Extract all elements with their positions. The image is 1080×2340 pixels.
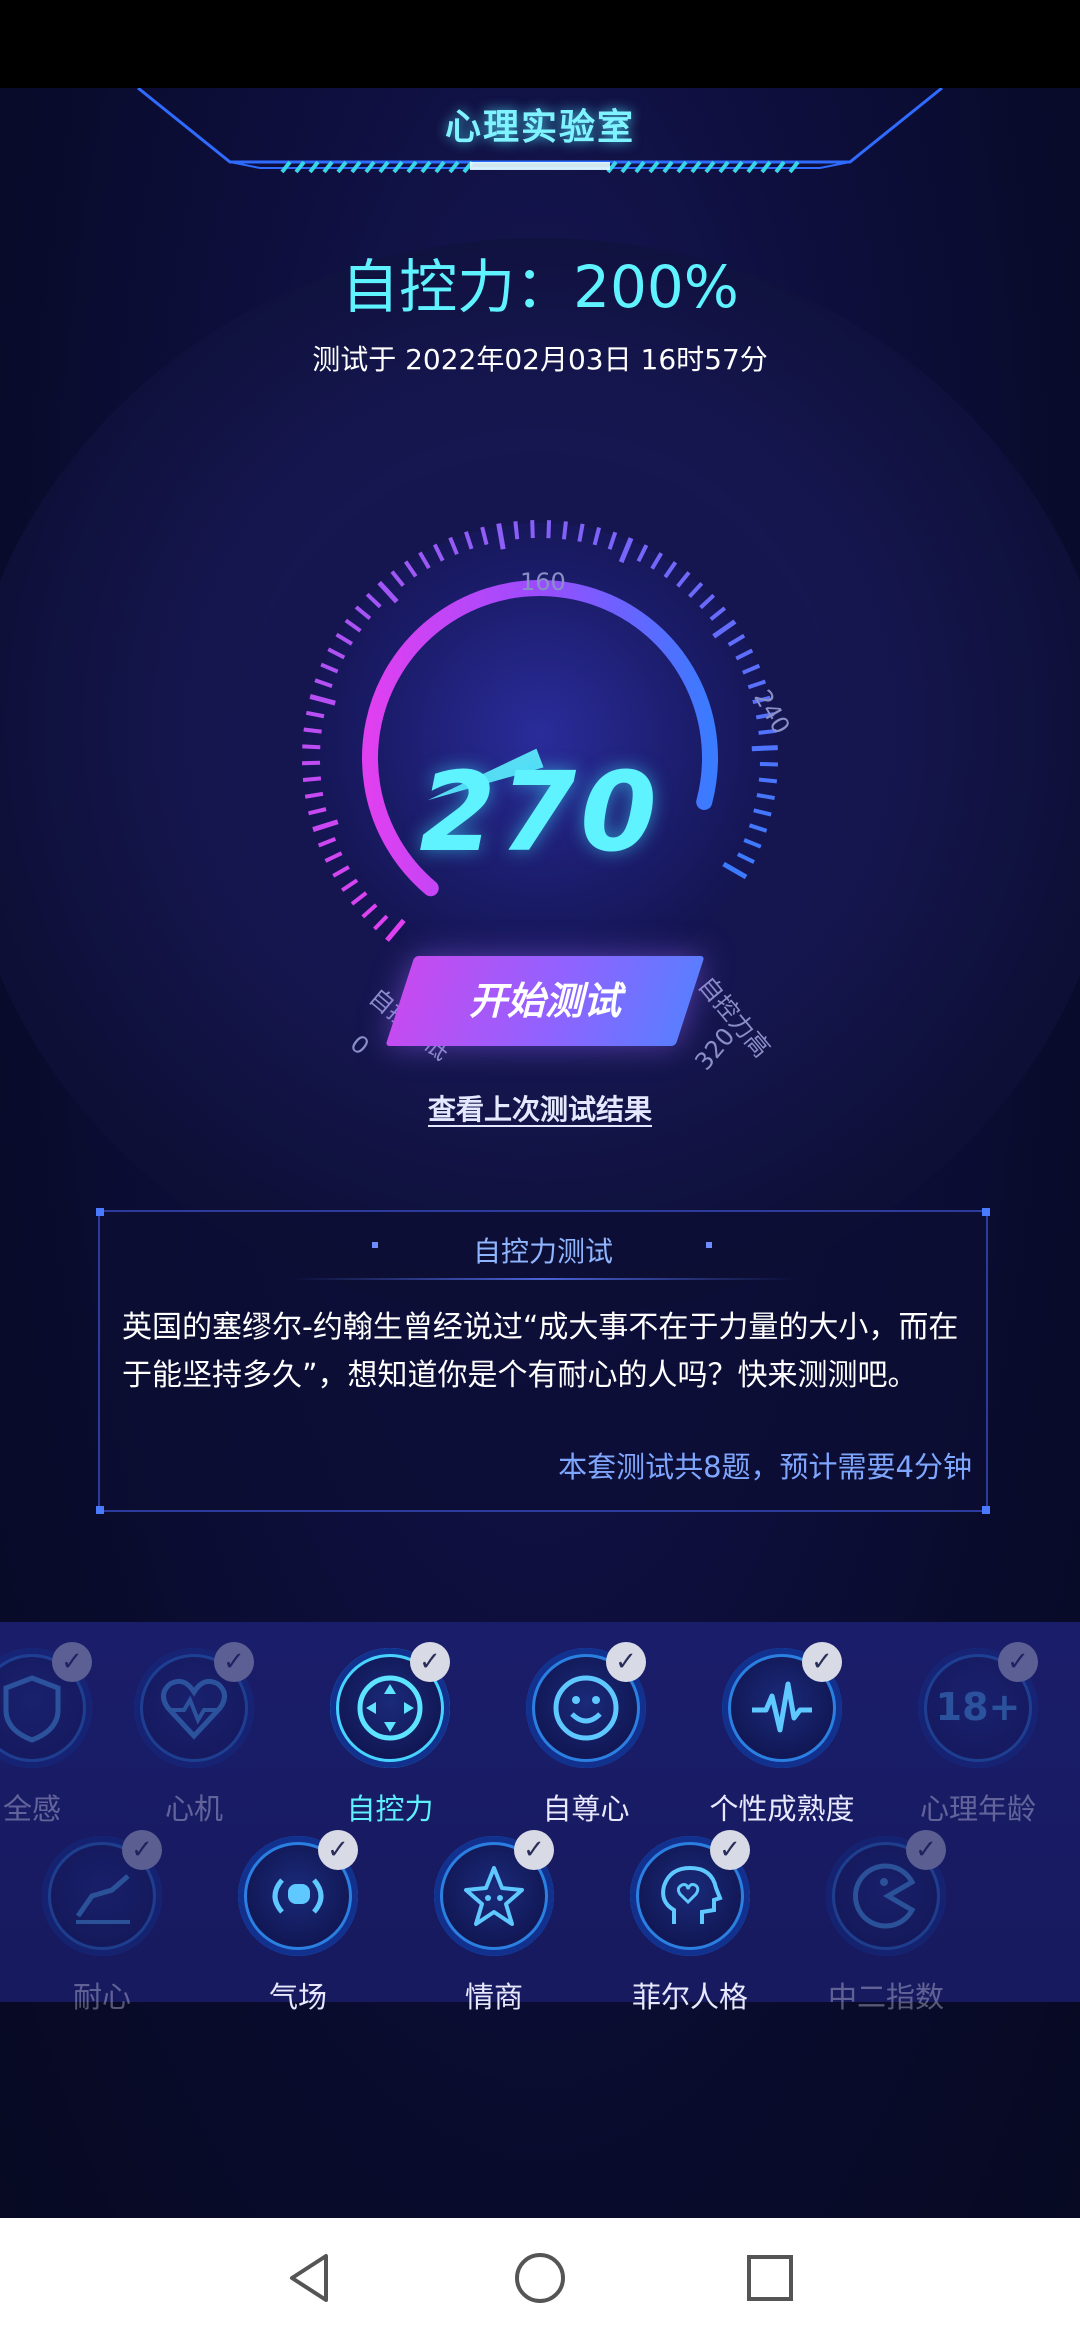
corner-decoration (96, 1506, 104, 1514)
gauge-value: 270 (419, 748, 661, 876)
category-label: 个性成熟度 (709, 1792, 855, 1826)
category-label: 自控力 (346, 1792, 434, 1826)
gauge-tick (530, 520, 535, 539)
checkmark-icon: ✓ (318, 1830, 358, 1870)
gauge-tick (561, 521, 568, 540)
corner-decoration (96, 1208, 104, 1216)
back-icon[interactable] (280, 2248, 340, 2308)
checkmark-icon: ✓ (214, 1642, 254, 1682)
gauge-tick (303, 727, 322, 734)
app-screen: 心理实验室 自控力：200% 测试于 2022年02月03日 16时57分 0 … (0, 88, 1080, 2218)
test-info-footer: 本套测试共8题，预计需要4分钟 (558, 1450, 972, 1484)
category-label: 心理年龄 (919, 1792, 1036, 1826)
category-label: 中二指数 (827, 1980, 944, 2014)
start-test-label[interactable]: 开始测试 (400, 956, 690, 1046)
checkmark-icon: ✓ (52, 1642, 92, 1682)
system-nav-bar (0, 2218, 1080, 2340)
corner-decoration (982, 1506, 990, 1514)
checkmark-icon: ✓ (998, 1642, 1038, 1682)
gauge-tick-label-160: 160 (520, 568, 566, 596)
test-category-strip: ✓ 全感 ✓ 心机 ✓ 自控力 ✓ 自尊心 ✓ 个性成熟度 18+ ✓ 心理年龄… (0, 1622, 1080, 2014)
test-info-title: 自控力测试 (472, 1235, 613, 1268)
category-label: 心机 (164, 1792, 223, 1826)
checkmark-icon: ✓ (410, 1642, 450, 1682)
title-divider (290, 1278, 796, 1280)
gauge-tick (546, 520, 552, 539)
checkmark-icon: ✓ (802, 1642, 842, 1682)
last-result-link[interactable]: 查看上次测试结果 (0, 1088, 1080, 1128)
home-icon[interactable] (510, 2248, 570, 2308)
category-label: 气场 (268, 1980, 327, 2014)
status-bar (0, 0, 1080, 88)
checkmark-icon: ✓ (906, 1830, 946, 1870)
category-label: 耐心 (72, 1980, 131, 2014)
category-label: 菲尔人格 (631, 1980, 748, 2014)
recents-icon[interactable] (740, 2248, 800, 2308)
checkmark-icon: ✓ (514, 1830, 554, 1870)
result-score-title: 自控力：200% (341, 253, 739, 321)
corner-decoration (982, 1208, 990, 1216)
category-label: 情商 (464, 1980, 523, 2014)
checkmark-icon: ✓ (710, 1830, 750, 1870)
result-timestamp: 测试于 2022年02月03日 16时57分 (312, 343, 768, 376)
checkmark-icon: ✓ (606, 1642, 646, 1682)
svg-text:18+: 18+ (936, 1685, 1021, 1729)
test-info-card: 自控力测试 英国的塞缪尔-约翰生曾经说过“成大事不在于力量的大小，而在于能坚持多… (96, 1208, 990, 1514)
test-info-description: 英国的塞缪尔-约翰生曾经说过“成大事不在于力量的大小，而在于能坚持多久”，想知道… (122, 1310, 959, 1393)
gauge-tick (513, 521, 520, 540)
page-title: 心理实验室 (444, 107, 635, 148)
checkmark-icon: ✓ (122, 1830, 162, 1870)
category-label: 自尊心 (542, 1792, 630, 1826)
